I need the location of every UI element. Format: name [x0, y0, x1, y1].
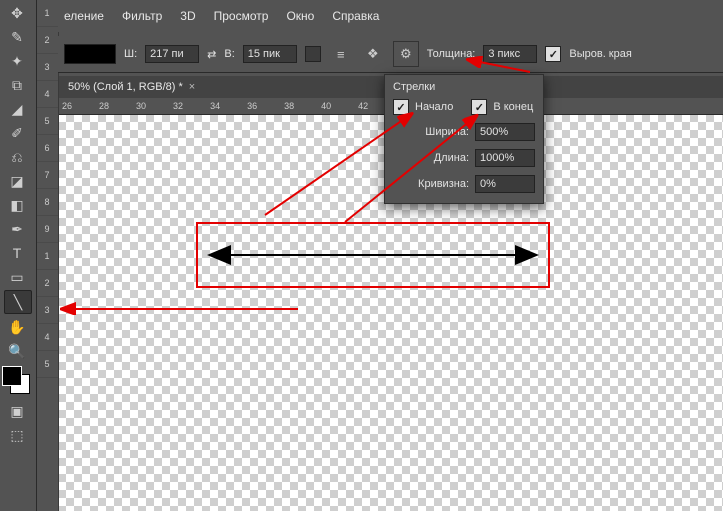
tool-line[interactable]: ╲: [4, 290, 32, 314]
tool-hand[interactable]: ✋: [4, 316, 30, 338]
ruler-tick: 32: [173, 101, 183, 111]
end-label: В конец: [493, 101, 533, 113]
vnum: 8: [36, 189, 58, 216]
vnum: 2: [36, 270, 58, 297]
options-bar: Ш: ⇄ В: ≡ ❖ ⚙ Толщина: ✓ Выров. края: [58, 36, 723, 73]
tool-gradient[interactable]: ◧: [4, 194, 30, 216]
ruler-tick: 28: [99, 101, 109, 111]
vnum: 3: [36, 54, 58, 81]
gear-icon[interactable]: ⚙: [393, 41, 419, 67]
quickmask[interactable]: ▣: [4, 400, 30, 422]
tool-move[interactable]: ✥: [4, 2, 30, 24]
menu-bar: еление Фильтр 3D Просмотр Окно Справка: [58, 0, 723, 32]
menu-item[interactable]: Справка: [332, 9, 379, 23]
vnum: 9: [36, 216, 58, 243]
align-edges-check[interactable]: ✓: [545, 46, 561, 62]
menu-item[interactable]: Фильтр: [122, 9, 162, 23]
close-icon[interactable]: ×: [189, 81, 195, 93]
tool-text[interactable]: T: [4, 242, 30, 264]
vnum: 1: [36, 0, 58, 27]
selection-highlight: [196, 222, 550, 288]
vnum: 3: [36, 297, 58, 324]
ruler-tick: 26: [62, 101, 72, 111]
screenmode[interactable]: ⬚: [4, 424, 30, 446]
stroke-swatch[interactable]: [64, 44, 116, 64]
align-icon[interactable]: ≡: [329, 42, 353, 66]
document-tab[interactable]: 50% (Слой 1, RGB/8) * ×: [58, 78, 205, 96]
tool-eraser[interactable]: ◪: [4, 170, 30, 192]
link-icon[interactable]: ⇄: [207, 48, 216, 61]
ruler-tick: 30: [136, 101, 146, 111]
ruler-tick: 36: [247, 101, 257, 111]
tool-zoom[interactable]: 🔍: [4, 340, 30, 362]
vertical-strip: 1 2 3 4 5 6 7 8 9 1 2 3 4 5: [36, 0, 59, 511]
menu-item[interactable]: еление: [64, 9, 104, 23]
color-swatches[interactable]: [2, 366, 32, 396]
annotation-arrow-1: [460, 56, 540, 76]
tool-wand[interactable]: ✦: [4, 50, 30, 72]
vnum: 7: [36, 162, 58, 189]
menu-item[interactable]: Просмотр: [214, 9, 269, 23]
vnum: 4: [36, 324, 58, 351]
vnum: 6: [36, 135, 58, 162]
tool-path[interactable]: ▭: [4, 266, 30, 288]
fg-color[interactable]: [2, 366, 22, 386]
height-label: В:: [224, 48, 234, 60]
annotation-arrow-4: [58, 302, 303, 316]
vnum: 1: [36, 243, 58, 270]
width-input[interactable]: [145, 45, 199, 63]
align-edges-label: Выров. края: [569, 48, 631, 60]
tool-pen[interactable]: ✒: [4, 218, 30, 240]
tool-clone[interactable]: ⎌: [4, 146, 30, 168]
popup-title: Стрелки: [385, 75, 543, 95]
tab-title: 50% (Слой 1, RGB/8) *: [68, 81, 183, 93]
tool-lasso[interactable]: ✎: [4, 26, 30, 48]
ruler-tick: 34: [210, 101, 220, 111]
menu-item[interactable]: Окно: [286, 9, 314, 23]
tool-brush[interactable]: ✐: [4, 122, 30, 144]
menu-item[interactable]: 3D: [180, 9, 195, 23]
vnum: 5: [36, 351, 58, 378]
vnum: 4: [36, 81, 58, 108]
vnum: 2: [36, 27, 58, 54]
height-input[interactable]: [243, 45, 297, 63]
opt-box1[interactable]: [305, 46, 321, 62]
tool-crop[interactable]: ⧉: [4, 74, 30, 96]
drawn-arrow-line: [223, 254, 523, 256]
toolbox: ✥ ✎ ✦ ⧉ ◢ ✐ ⎌ ◪ ◧ ✒ T ▭ ╲ ✋ 🔍 ▣ ⬚: [0, 0, 37, 511]
tool-eyedropper[interactable]: ◢: [4, 98, 30, 120]
vnum: 5: [36, 108, 58, 135]
width-label: Ш:: [124, 48, 137, 60]
arrange-icon[interactable]: ❖: [361, 42, 385, 66]
annotation-arrow-3: [340, 112, 490, 227]
